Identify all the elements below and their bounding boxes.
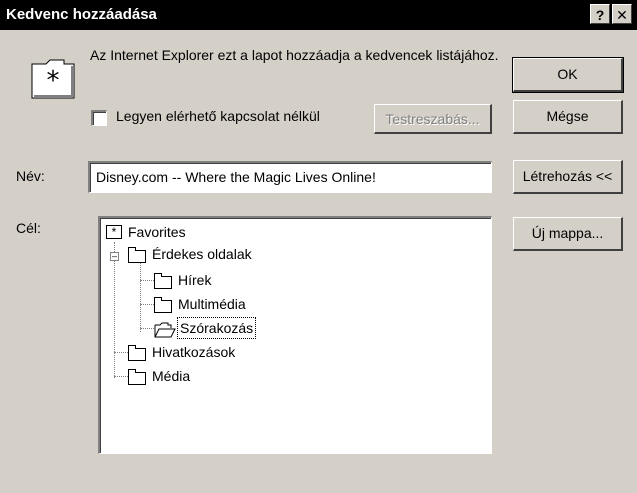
help-button[interactable]: ?	[590, 4, 610, 24]
collapse-icon[interactable]: –	[110, 252, 119, 261]
name-input[interactable]: Disney.com -- Where the Magic Lives Onli…	[88, 161, 492, 193]
window-title: Kedvenc hozzáadása	[6, 6, 157, 23]
name-label: Név:	[16, 168, 45, 184]
offline-label[interactable]: Legyen elérhető kapcsolat nélkül	[116, 108, 320, 124]
folder-icon	[128, 369, 146, 385]
cancel-button[interactable]: Mégse	[513, 100, 623, 134]
offline-checkbox[interactable]	[91, 110, 107, 126]
favorites-star-icon: *	[106, 225, 122, 239]
folder-tree[interactable]: * Favorites – Érdekes oldalak Hírek Mult…	[98, 216, 492, 454]
folder-icon	[154, 297, 172, 313]
info-message: Az Internet Explorer ezt a lapot hozzáad…	[90, 47, 499, 63]
create-in-button[interactable]: Létrehozás <<	[513, 160, 623, 194]
ok-button[interactable]: OK	[512, 57, 624, 93]
folder-icon	[128, 345, 146, 361]
target-label: Cél:	[16, 220, 41, 236]
svg-text:*: *	[47, 66, 60, 96]
new-folder-button[interactable]: Új mappa...	[513, 217, 623, 251]
folder-icon	[154, 273, 172, 289]
title-bar: Kedvenc hozzáadása ? ✕	[0, 0, 637, 30]
open-folder-icon	[154, 322, 176, 343]
folder-icon	[128, 247, 146, 263]
close-button[interactable]: ✕	[612, 4, 632, 24]
customize-button[interactable]: Testreszabás...	[374, 104, 492, 134]
favorites-star-icon: *	[30, 54, 76, 100]
